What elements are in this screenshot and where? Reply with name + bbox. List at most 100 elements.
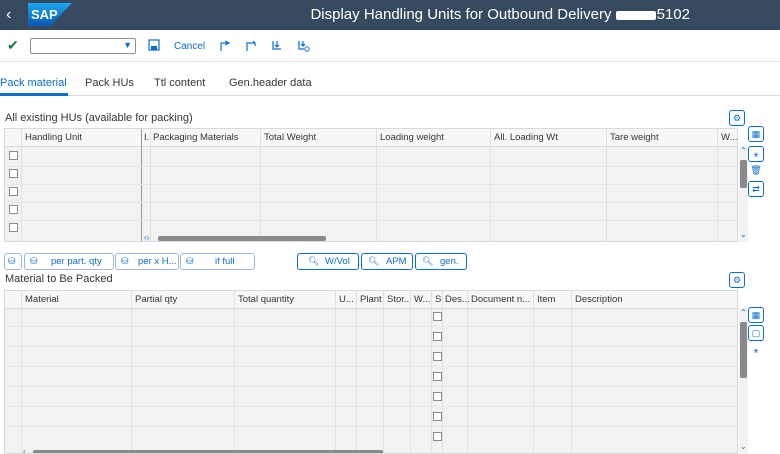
per-part-qty-label: per part. qty [51, 256, 102, 267]
column-divider [571, 291, 572, 453]
pack-icon-button[interactable]: ⛁ [4, 253, 22, 270]
tab-pack-hus[interactable]: Pack HUs [85, 77, 134, 89]
select-all-icon[interactable]: ▦ [748, 126, 764, 142]
row-select-checkbox[interactable] [9, 169, 18, 178]
shell-header: ‹ SAP Display Handling Units for Outboun… [0, 0, 780, 30]
scrollbar-thumb[interactable] [33, 450, 383, 453]
split-icon[interactable]: ⚹ [748, 146, 764, 162]
if-full-label: if full [215, 256, 235, 267]
pack-if-full-button[interactable]: ⛁ if full [180, 253, 255, 270]
row-divider [5, 346, 737, 347]
row-checkbox[interactable] [433, 412, 442, 421]
col-total-weight[interactable]: Total Weight [264, 132, 316, 143]
chevron-down-icon: ▼ [123, 40, 132, 50]
last-page-icon[interactable] [297, 39, 310, 52]
row-divider [5, 202, 737, 203]
column-divider [717, 129, 718, 241]
w-vol-button[interactable]: 🔍︎ W/Vol [297, 253, 359, 270]
column-divider [131, 291, 132, 453]
tab-pack-material[interactable]: Pack material [0, 77, 67, 89]
hu-table: Handling Unit I. Packaging Materials Tot… [4, 128, 738, 242]
apm-button[interactable]: 🔍︎ APM [361, 253, 413, 270]
gen-button[interactable]: 🔍︎ gen. [415, 253, 467, 270]
col-tare-weight[interactable]: Tare weight [610, 132, 659, 143]
select-all-icon[interactable]: ▦ [748, 307, 764, 323]
hu-vertical-scrollbar[interactable]: ⌃ ⌄ [739, 146, 748, 242]
col-w[interactable]: W... [721, 132, 737, 143]
col-description[interactable]: Description [575, 294, 623, 305]
scroll-down-icon[interactable]: ⌄ [740, 230, 747, 239]
row-checkbox[interactable] [433, 332, 442, 341]
col-loading-weight[interactable]: Loading weight [380, 132, 444, 143]
column-divider [431, 291, 432, 453]
row-checkbox[interactable] [433, 432, 442, 441]
column-divider [356, 291, 357, 453]
hu-horizontal-scrollbar[interactable]: ‹› [142, 233, 737, 241]
save-icon[interactable] [148, 39, 161, 52]
col-handling-unit[interactable]: Handling Unit [25, 132, 82, 143]
column-divider [467, 291, 468, 453]
scroll-left-icon[interactable]: ‹› [144, 233, 149, 241]
column-divider [533, 291, 534, 453]
row-checkbox[interactable] [433, 392, 442, 401]
expand-icon[interactable]: ⚹ [748, 343, 764, 359]
scrollbar-thumb[interactable] [740, 322, 747, 378]
scroll-up-icon[interactable]: ⌃ [740, 146, 747, 155]
settings-gear-icon[interactable]: ⚙ [729, 272, 745, 288]
scrollbar-thumb[interactable] [158, 236, 326, 241]
pack-per-part-qty-button[interactable]: ⛁ per part. qty [24, 253, 114, 270]
material-vertical-scrollbar[interactable]: ⌃ ⌄ [739, 308, 748, 454]
tab-ttl-content[interactable]: Ttl content [154, 77, 205, 89]
row-checkbox[interactable] [433, 372, 442, 381]
col-storage[interactable]: Stor... [387, 294, 412, 305]
col-all-loading-wt[interactable]: All. Loading Wt [494, 132, 558, 143]
scroll-left-icon[interactable]: ‹ [23, 447, 26, 453]
pack-icon: ⛁ [186, 256, 194, 266]
col-item[interactable]: Item [537, 294, 555, 305]
column-divider [335, 291, 336, 453]
col-plant[interactable]: Plant [360, 294, 382, 305]
col-packaging-materials[interactable]: Packaging Materials [153, 132, 239, 143]
delete-icon[interactable]: 🗑 [748, 163, 764, 179]
col-i[interactable]: I. [144, 132, 149, 143]
row-select-checkbox[interactable] [9, 223, 18, 232]
command-field-dropdown[interactable]: ▼ [30, 38, 136, 54]
row-checkbox[interactable] [433, 312, 442, 321]
settings-gear-icon[interactable]: ⚙ [729, 110, 745, 126]
hu-table-header: Handling Unit I. Packaging Materials Tot… [5, 129, 737, 147]
row-checkbox[interactable] [433, 352, 442, 361]
col-s[interactable]: S [435, 294, 441, 305]
row-divider [5, 386, 737, 387]
col-total-quantity[interactable]: Total quantity [238, 294, 294, 305]
column-divider [260, 129, 261, 241]
col-w[interactable]: W... [414, 294, 430, 305]
masked-delivery-number [615, 10, 656, 20]
check-icon[interactable]: ✔ [7, 37, 19, 54]
material-table-header: Material Partial qty Total quantity U...… [5, 291, 737, 309]
previous-page-icon[interactable] [245, 39, 258, 52]
next-page-icon[interactable] [271, 39, 284, 52]
row-select-checkbox[interactable] [9, 187, 18, 196]
row-divider [5, 166, 737, 167]
first-page-icon[interactable] [219, 39, 232, 52]
scrollbar-thumb[interactable] [740, 160, 747, 188]
col-partial-qty[interactable]: Partial qty [135, 294, 177, 305]
zoom-icon: 🔍︎ [308, 256, 320, 266]
transfer-icon[interactable]: ⇄ [748, 181, 764, 197]
tab-gen-header-data[interactable]: Gen.header data [229, 77, 312, 89]
zoom-icon: 🔍︎ [422, 256, 434, 266]
scroll-up-icon[interactable]: ⌃ [740, 308, 747, 317]
scroll-down-icon[interactable]: ⌄ [740, 442, 747, 451]
col-unit[interactable]: U... [339, 294, 354, 305]
pack-per-x-hu-button[interactable]: ⛁ per x H... [115, 253, 179, 270]
row-select-checkbox[interactable] [9, 151, 18, 160]
col-document-number[interactable]: Document n... [471, 294, 530, 305]
row-divider [5, 184, 737, 185]
row-select-checkbox[interactable] [9, 205, 18, 214]
cancel-button[interactable]: Cancel [174, 41, 205, 52]
material-horizontal-scrollbar[interactable]: ‹ [21, 447, 737, 453]
tab-strip: Pack material Pack HUs Ttl content Gen.h… [0, 72, 780, 96]
col-material[interactable]: Material [25, 294, 59, 305]
deselect-all-icon[interactable]: ▢ [748, 325, 764, 341]
pack-icon: ⛁ [30, 256, 38, 266]
